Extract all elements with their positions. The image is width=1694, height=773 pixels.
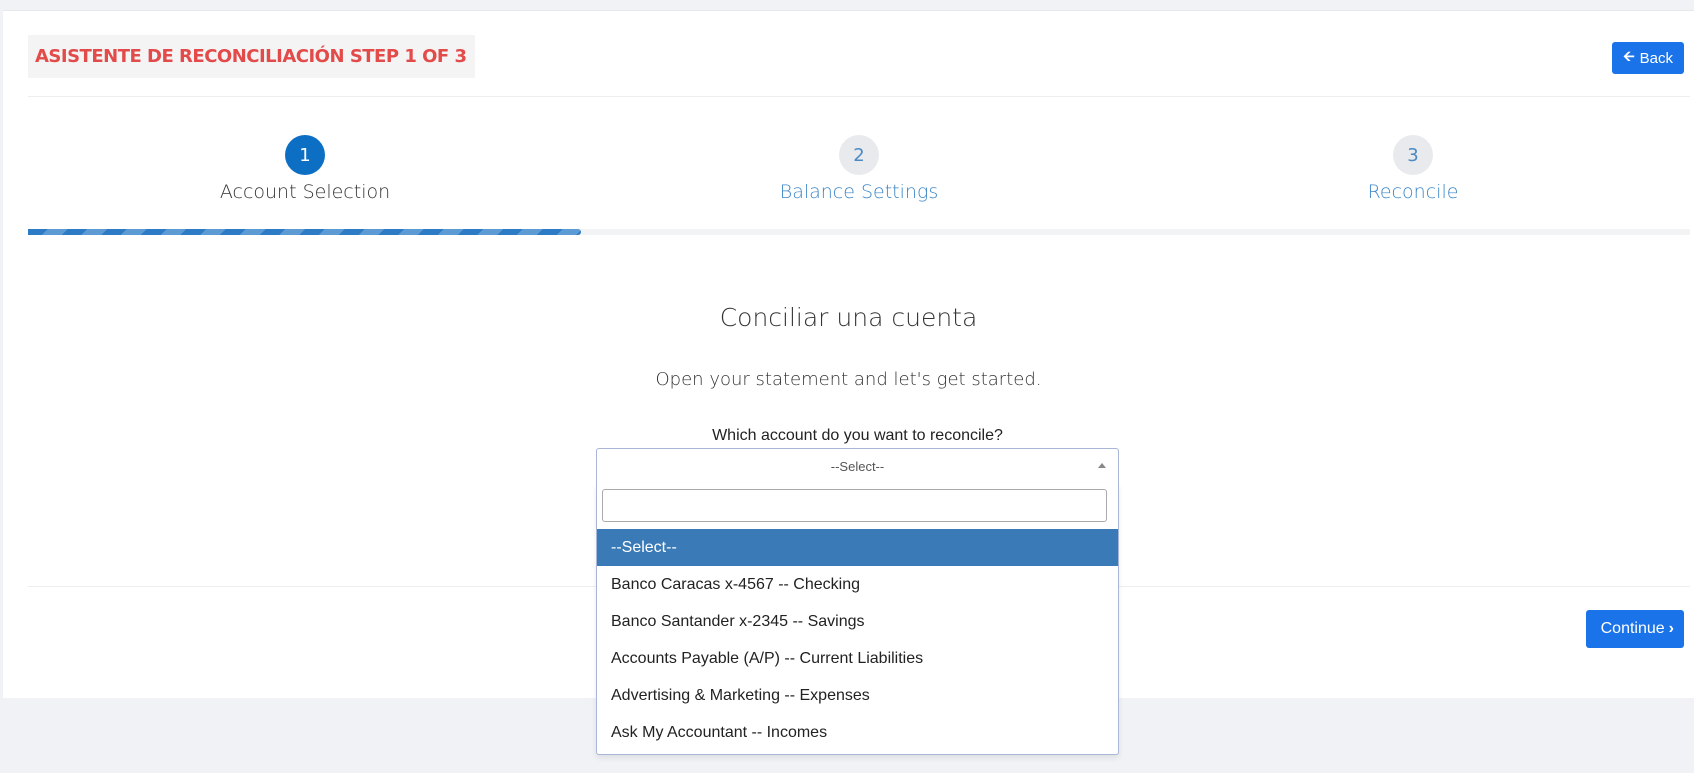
back-button-label: Back [1639,49,1673,67]
account-option[interactable]: Ask My Accountant -- Incomes [597,714,1118,751]
back-button[interactable]: 🡨 Back [1612,42,1684,74]
step-label: Reconcile [1367,181,1459,203]
step-label: Account Selection [219,181,391,203]
step-number: 2 [839,135,879,175]
step-account-selection[interactable]: 1 Account Selection [28,135,582,215]
account-option[interactable]: --Select-- [597,529,1118,566]
account-search-input[interactable] [602,489,1107,522]
continue-button-label: Continue [1600,620,1665,637]
wizard-steps: 1 Account Selection 2 Balance Settings 3… [28,135,1690,215]
main-subheading: Open your statement and let's get starte… [655,369,1042,390]
account-option[interactable]: Banco Santander x-2345 -- Savings [597,603,1118,640]
caret-up-icon [1098,463,1106,468]
wizard-progress-fill [28,229,582,235]
step-reconcile[interactable]: 3 Reconcile [1136,135,1690,215]
continue-button[interactable]: Continue › [1585,610,1684,648]
step-number: 1 [285,135,325,175]
arrow-left-icon: 🡨 [1623,48,1635,64]
account-option[interactable]: Accounts Payable (A/P) -- Current Liabil… [597,640,1118,677]
header-divider [28,96,1690,97]
wizard-header: ASISTENTE DE RECONCILIACIÓN STEP 1 OF 3 [28,35,475,78]
chevron-right-icon: › [1668,620,1674,637]
page-title: ASISTENTE DE RECONCILIACIÓN STEP 1 OF 3 [35,46,467,67]
account-select-value: --Select-- [830,459,885,474]
step-balance-settings[interactable]: 2 Balance Settings [582,135,1136,215]
step-number: 3 [1393,135,1433,175]
account-question-label: Which account do you want to reconcile? [712,427,1003,444]
wizard-progress-bar [28,229,1690,235]
account-option[interactable]: Advertising & Marketing -- Expenses [597,677,1118,714]
account-dropdown: --Select-- Banco Caracas x-4567 -- Check… [596,484,1119,755]
account-option[interactable]: Banco Caracas x-4567 -- Checking [597,566,1118,603]
main-heading: Conciliar una cuenta [719,303,978,332]
account-options-list: --Select-- Banco Caracas x-4567 -- Check… [597,529,1118,751]
account-select[interactable]: --Select-- [596,448,1119,484]
step-label: Balance Settings [779,181,939,203]
